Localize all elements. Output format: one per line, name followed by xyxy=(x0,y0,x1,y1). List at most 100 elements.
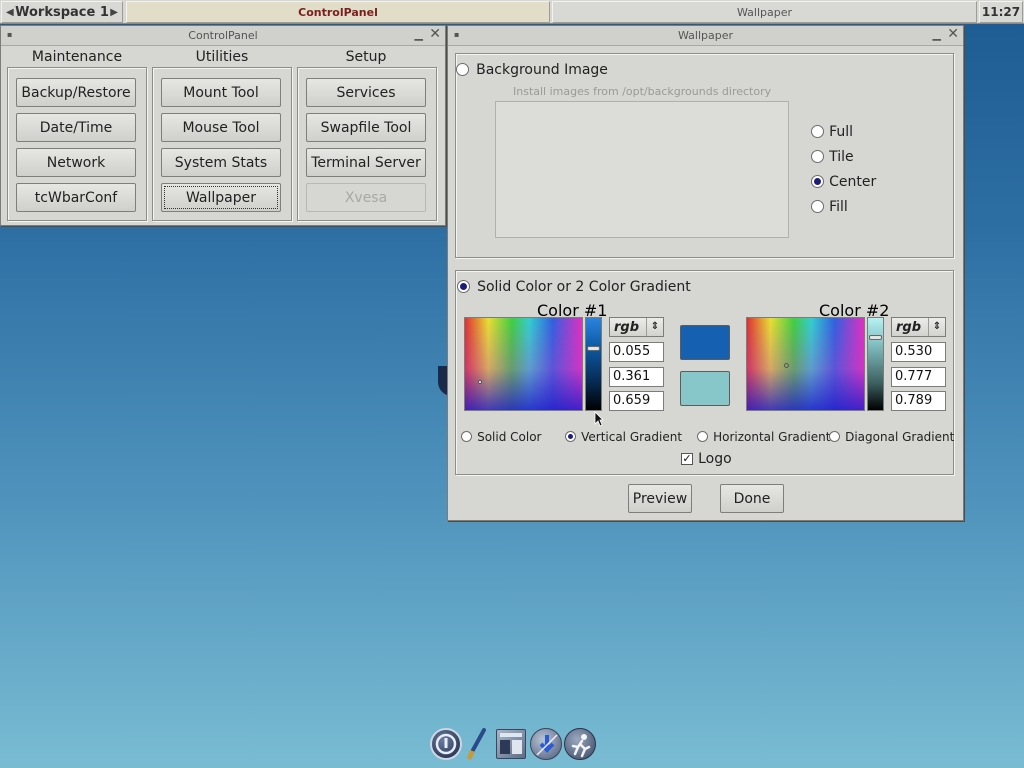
color1-swatch[interactable] xyxy=(680,325,730,360)
color1-slider-knob[interactable] xyxy=(587,346,600,351)
color2-g-field[interactable]: 0.777 xyxy=(891,367,946,387)
minimize-icon[interactable]: ▁ xyxy=(933,28,941,41)
clock: 11:27 xyxy=(979,1,1023,23)
color1-g-field[interactable]: 0.361 xyxy=(609,367,664,387)
color1-mode-select[interactable]: rgb ⇕ xyxy=(609,317,664,337)
group-maintenance: Backup/Restore Date/Time Network tcWbarC… xyxy=(7,67,147,221)
power-icon[interactable] xyxy=(430,728,462,760)
mouse-tool-button[interactable]: Mouse Tool xyxy=(161,113,281,142)
placement-fill-radio[interactable] xyxy=(811,200,824,213)
color2-b-field[interactable]: 0.789 xyxy=(891,391,946,411)
gradient-diagonal[interactable]: Diagonal Gradient xyxy=(829,426,954,445)
image-list[interactable] xyxy=(495,101,789,238)
placement-label: Fill xyxy=(829,199,848,215)
logo-checkbox[interactable]: ✓ xyxy=(681,452,693,465)
color1-r-field[interactable]: 0.055 xyxy=(609,342,664,362)
color2-mode-label: rgb xyxy=(896,319,922,335)
task-controlpanel[interactable]: ControlPanel xyxy=(126,1,550,23)
install-icon[interactable] xyxy=(530,728,562,760)
spinner-icon: ⇕ xyxy=(928,318,945,336)
group-utilities: Mount Tool Mouse Tool System Stats Wallp… xyxy=(152,67,292,221)
controlpanel-window: ▪ ControlPanel ▁ ✕ Maintenance Backup/Re… xyxy=(0,25,446,226)
done-button[interactable]: Done xyxy=(720,484,784,513)
xvesa-button: Xvesa xyxy=(306,183,426,212)
window-menu-icon[interactable]: ▪ xyxy=(454,30,459,39)
workspace-next-icon[interactable]: ▶ xyxy=(110,7,118,18)
backup-restore-button[interactable]: Backup/Restore xyxy=(16,78,136,107)
placement-label: Full xyxy=(829,124,854,140)
color2-picker-marker xyxy=(784,363,789,368)
taskbar: ◀ Workspace 1 ▶ ControlPanel Wallpaper 1… xyxy=(0,0,1024,24)
gradient-horizontal[interactable]: Horizontal Gradient xyxy=(697,426,830,445)
paintbrush-icon[interactable] xyxy=(464,728,490,760)
placement-center[interactable]: Center xyxy=(811,171,876,190)
preview-button[interactable]: Preview xyxy=(628,484,692,513)
solid-color-radio[interactable] xyxy=(457,280,470,293)
window-title: Wallpaper xyxy=(677,29,734,42)
wallpaper-titlebar[interactable]: ▪ Wallpaper ▁ ✕ xyxy=(448,26,963,46)
placement-tile-radio[interactable] xyxy=(811,150,824,163)
wallpaper-button[interactable]: Wallpaper xyxy=(161,183,281,212)
task-wallpaper[interactable]: Wallpaper xyxy=(552,1,977,23)
logo-checkbox-row[interactable]: ✓ Logo xyxy=(681,448,732,467)
workspace-prev-icon[interactable]: ◀ xyxy=(6,7,14,18)
color2-value-slider[interactable] xyxy=(867,317,884,411)
solid-color-radio-row[interactable]: Solid Color or 2 Color Gradient xyxy=(457,276,691,295)
date-time-button[interactable]: Date/Time xyxy=(16,113,136,142)
mouse-cursor-icon xyxy=(594,411,604,427)
close-icon[interactable]: ✕ xyxy=(947,26,959,42)
workspace-switcher[interactable]: ◀ Workspace 1 ▶ xyxy=(1,1,123,23)
background-image-label: Background Image xyxy=(476,62,608,78)
column-header: Utilities xyxy=(195,49,249,65)
control-panel-icon[interactable] xyxy=(496,729,526,759)
placement-full-radio[interactable] xyxy=(811,125,824,138)
logo-label: Logo xyxy=(698,451,732,467)
gradient-solid[interactable]: Solid Color xyxy=(461,426,541,445)
placement-label: Tile xyxy=(829,149,854,165)
gradient-horizontal-radio[interactable] xyxy=(697,431,708,442)
column-header: Maintenance xyxy=(31,49,123,65)
color2-r-field[interactable]: 0.530 xyxy=(891,342,946,362)
column-header: Setup xyxy=(345,49,387,65)
placement-tile[interactable]: Tile xyxy=(811,146,854,165)
color1-value-slider[interactable] xyxy=(585,317,602,411)
solid-color-label: Solid Color or 2 Color Gradient xyxy=(477,279,691,295)
column-maintenance: Maintenance xyxy=(6,46,148,68)
window-menu-icon[interactable]: ▪ xyxy=(7,30,12,39)
close-icon[interactable]: ✕ xyxy=(429,26,441,42)
background-image-radio[interactable] xyxy=(456,63,469,76)
color2-mode-select[interactable]: rgb ⇕ xyxy=(891,317,946,337)
network-button[interactable]: Network xyxy=(16,148,136,177)
color1-b-field[interactable]: 0.659 xyxy=(609,391,664,411)
gradient-label: Horizontal Gradient xyxy=(713,430,831,444)
services-button[interactable]: Services xyxy=(306,78,426,107)
gradient-solid-radio[interactable] xyxy=(461,431,472,442)
controlpanel-titlebar[interactable]: ▪ ControlPanel ▁ ✕ xyxy=(1,26,445,46)
background-image-radio-row[interactable]: Background Image xyxy=(456,59,608,78)
install-hint: Install images from /opt/backgrounds dir… xyxy=(513,85,772,98)
gradient-label: Vertical Gradient xyxy=(581,430,683,444)
placement-center-radio[interactable] xyxy=(811,175,824,188)
placement-full[interactable]: Full xyxy=(811,121,853,140)
group-setup: Services Swapfile Tool Terminal Server X… xyxy=(297,67,437,221)
color1-picker[interactable] xyxy=(464,317,583,411)
tcwbarconf-button[interactable]: tcWbarConf xyxy=(16,183,136,212)
system-stats-button[interactable]: System Stats xyxy=(161,148,281,177)
placement-label: Center xyxy=(829,174,877,190)
mount-tool-button[interactable]: Mount Tool xyxy=(161,78,281,107)
wallpaper-window: ▪ Wallpaper ▁ ✕ Background Image Install… xyxy=(447,25,964,521)
placement-fill[interactable]: Fill xyxy=(811,196,848,215)
swapfile-tool-button[interactable]: Swapfile Tool xyxy=(306,113,426,142)
running-man-icon[interactable] xyxy=(564,728,596,760)
gradient-diagonal-radio[interactable] xyxy=(829,431,840,442)
color2-slider-knob[interactable] xyxy=(869,335,882,340)
gradient-label: Diagonal Gradient xyxy=(845,430,955,444)
color2-swatch[interactable] xyxy=(680,371,730,406)
minimize-icon[interactable]: ▁ xyxy=(415,28,423,41)
gradient-vertical-radio[interactable] xyxy=(565,431,576,442)
column-utilities: Utilities xyxy=(151,46,293,68)
gradient-vertical[interactable]: Vertical Gradient xyxy=(565,426,682,445)
terminal-server-button[interactable]: Terminal Server xyxy=(306,148,426,177)
workspace-label: Workspace 1 xyxy=(15,4,109,20)
color2-picker[interactable] xyxy=(746,317,865,411)
